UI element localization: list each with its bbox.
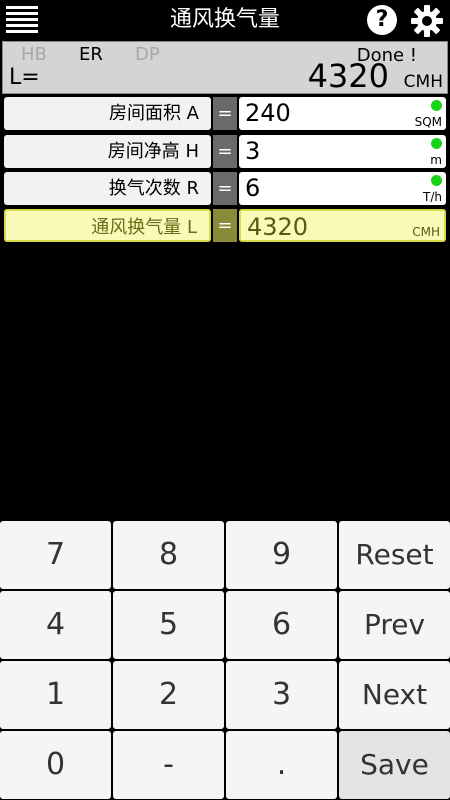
height-unit: m xyxy=(430,153,442,167)
equals-sign: = xyxy=(213,172,237,205)
equals-sign: = xyxy=(213,135,237,168)
save-button[interactable]: Save xyxy=(339,731,450,799)
area-label[interactable]: 房间面积 A xyxy=(4,97,211,130)
help-icon[interactable]: ? xyxy=(367,5,397,35)
height-value: 3 xyxy=(245,137,261,165)
status-dot-icon xyxy=(431,138,442,149)
key-3[interactable]: 3 xyxy=(226,661,337,729)
prev-button[interactable]: Prev xyxy=(339,591,450,659)
key-9[interactable]: 9 xyxy=(226,521,337,589)
result-unit: CMH xyxy=(403,72,443,92)
key-6[interactable]: 6 xyxy=(226,591,337,659)
key-5[interactable]: 5 xyxy=(113,591,224,659)
key-2[interactable]: 2 xyxy=(113,661,224,729)
key-1[interactable]: 1 xyxy=(0,661,111,729)
row-area: 房间面积 A = 240 SQM xyxy=(2,97,448,132)
height-input[interactable]: 3 m xyxy=(239,135,446,168)
key-4[interactable]: 4 xyxy=(0,591,111,659)
status-dot-icon xyxy=(431,175,442,186)
equals-sign: = xyxy=(213,97,237,130)
ventilation-label[interactable]: 通风换气量 L xyxy=(4,209,211,242)
key-decimal[interactable]: . xyxy=(226,731,337,799)
height-label[interactable]: 房间净高 H xyxy=(4,135,211,168)
key-7[interactable]: 7 xyxy=(0,521,111,589)
next-button[interactable]: Next xyxy=(339,661,450,729)
rate-label[interactable]: 换气次数 R xyxy=(4,172,211,205)
key-0[interactable]: 0 xyxy=(0,731,111,799)
mode-hb-tab[interactable]: HB xyxy=(21,44,47,65)
result-label: L= xyxy=(9,65,40,90)
top-bar: 通风换气量 ? xyxy=(0,0,450,40)
status-dot-icon xyxy=(431,100,442,111)
row-ventilation: 通风换气量 L = 4320 CMH xyxy=(2,209,448,244)
rate-unit: T/h xyxy=(423,190,442,204)
reset-button[interactable]: Reset xyxy=(339,521,450,589)
row-height: 房间净高 H = 3 m xyxy=(2,135,448,170)
key-8[interactable]: 8 xyxy=(113,521,224,589)
area-input[interactable]: 240 SQM xyxy=(239,97,446,130)
mode-er-tab[interactable]: ER xyxy=(79,44,103,65)
key-minus[interactable]: - xyxy=(113,731,224,799)
ventilation-unit: CMH xyxy=(412,225,440,239)
gear-icon[interactable] xyxy=(410,4,444,38)
row-rate: 换气次数 R = 6 T/h xyxy=(2,172,448,207)
result-display: HB ER DP L= Done ! 4320 CMH xyxy=(2,41,448,95)
rate-input[interactable]: 6 T/h xyxy=(239,172,446,205)
rate-value: 6 xyxy=(245,174,261,202)
area-value: 240 xyxy=(245,99,291,127)
ventilation-input[interactable]: 4320 CMH xyxy=(239,209,446,242)
equals-sign: = xyxy=(213,209,237,242)
keypad: 7 8 9 Reset 4 5 6 Prev 1 2 3 Next 0 - . … xyxy=(0,520,450,800)
result-value: 4320 xyxy=(307,57,389,95)
area-unit: SQM xyxy=(414,115,442,129)
ventilation-value: 4320 xyxy=(247,213,309,241)
mode-dp-tab[interactable]: DP xyxy=(135,44,160,65)
